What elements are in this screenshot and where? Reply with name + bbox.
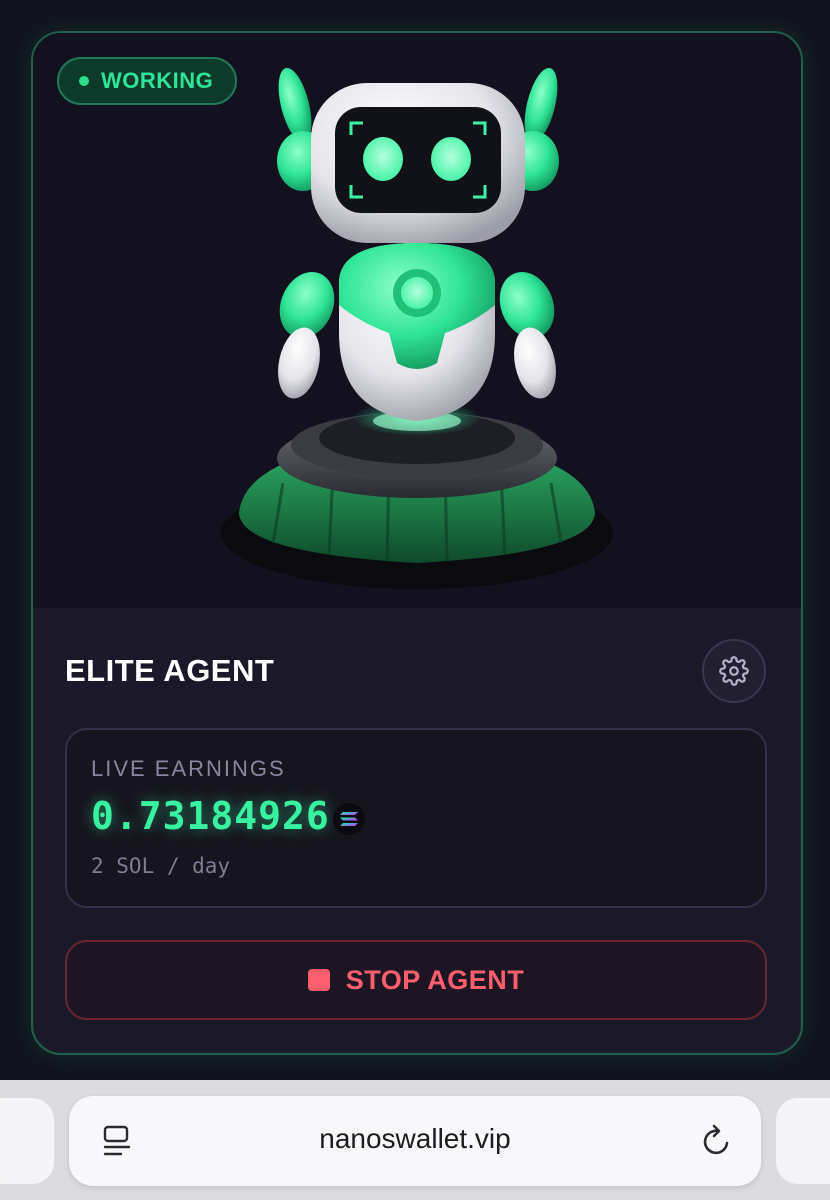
stop-agent-label: STOP AGENT: [345, 964, 525, 995]
browser-toolbar: nanoswallet.vip: [0, 1080, 830, 1200]
settings-button[interactable]: [702, 639, 766, 703]
stop-square-icon: [307, 969, 330, 991]
status-badge: WORKING: [57, 57, 238, 105]
url-text[interactable]: nanoswallet.vip: [69, 1123, 761, 1155]
agent-card: WORKING ELITE AGENT LIVE EARNINGS 0.7318…: [31, 31, 803, 1055]
agent-title: ELITE AGENT: [65, 653, 275, 688]
next-tab-preview[interactable]: [776, 1098, 830, 1184]
earnings-label: LIVE EARNINGS: [91, 756, 286, 781]
page: WORKING ELITE AGENT LIVE EARNINGS 0.7318…: [0, 0, 830, 1200]
status-label: WORKING: [101, 68, 214, 93]
status-dot-icon: [79, 76, 89, 86]
reload-icon[interactable]: [701, 1123, 735, 1159]
robot-illustration: [221, 67, 613, 589]
earnings-value: 0.73184926: [91, 794, 330, 838]
live-earnings-panel: LIVE EARNINGS 0.73184926 2 SOL / day: [65, 728, 767, 908]
solana-icon: [333, 803, 365, 835]
earnings-rate: 2 SOL / day: [91, 854, 231, 878]
address-bar[interactable]: nanoswallet.vip: [69, 1096, 761, 1186]
previous-tab-preview[interactable]: [0, 1098, 54, 1184]
stop-agent-button[interactable]: STOP AGENT: [65, 940, 767, 1020]
gear-icon: [719, 656, 749, 686]
agent-hero: WORKING: [33, 33, 801, 608]
